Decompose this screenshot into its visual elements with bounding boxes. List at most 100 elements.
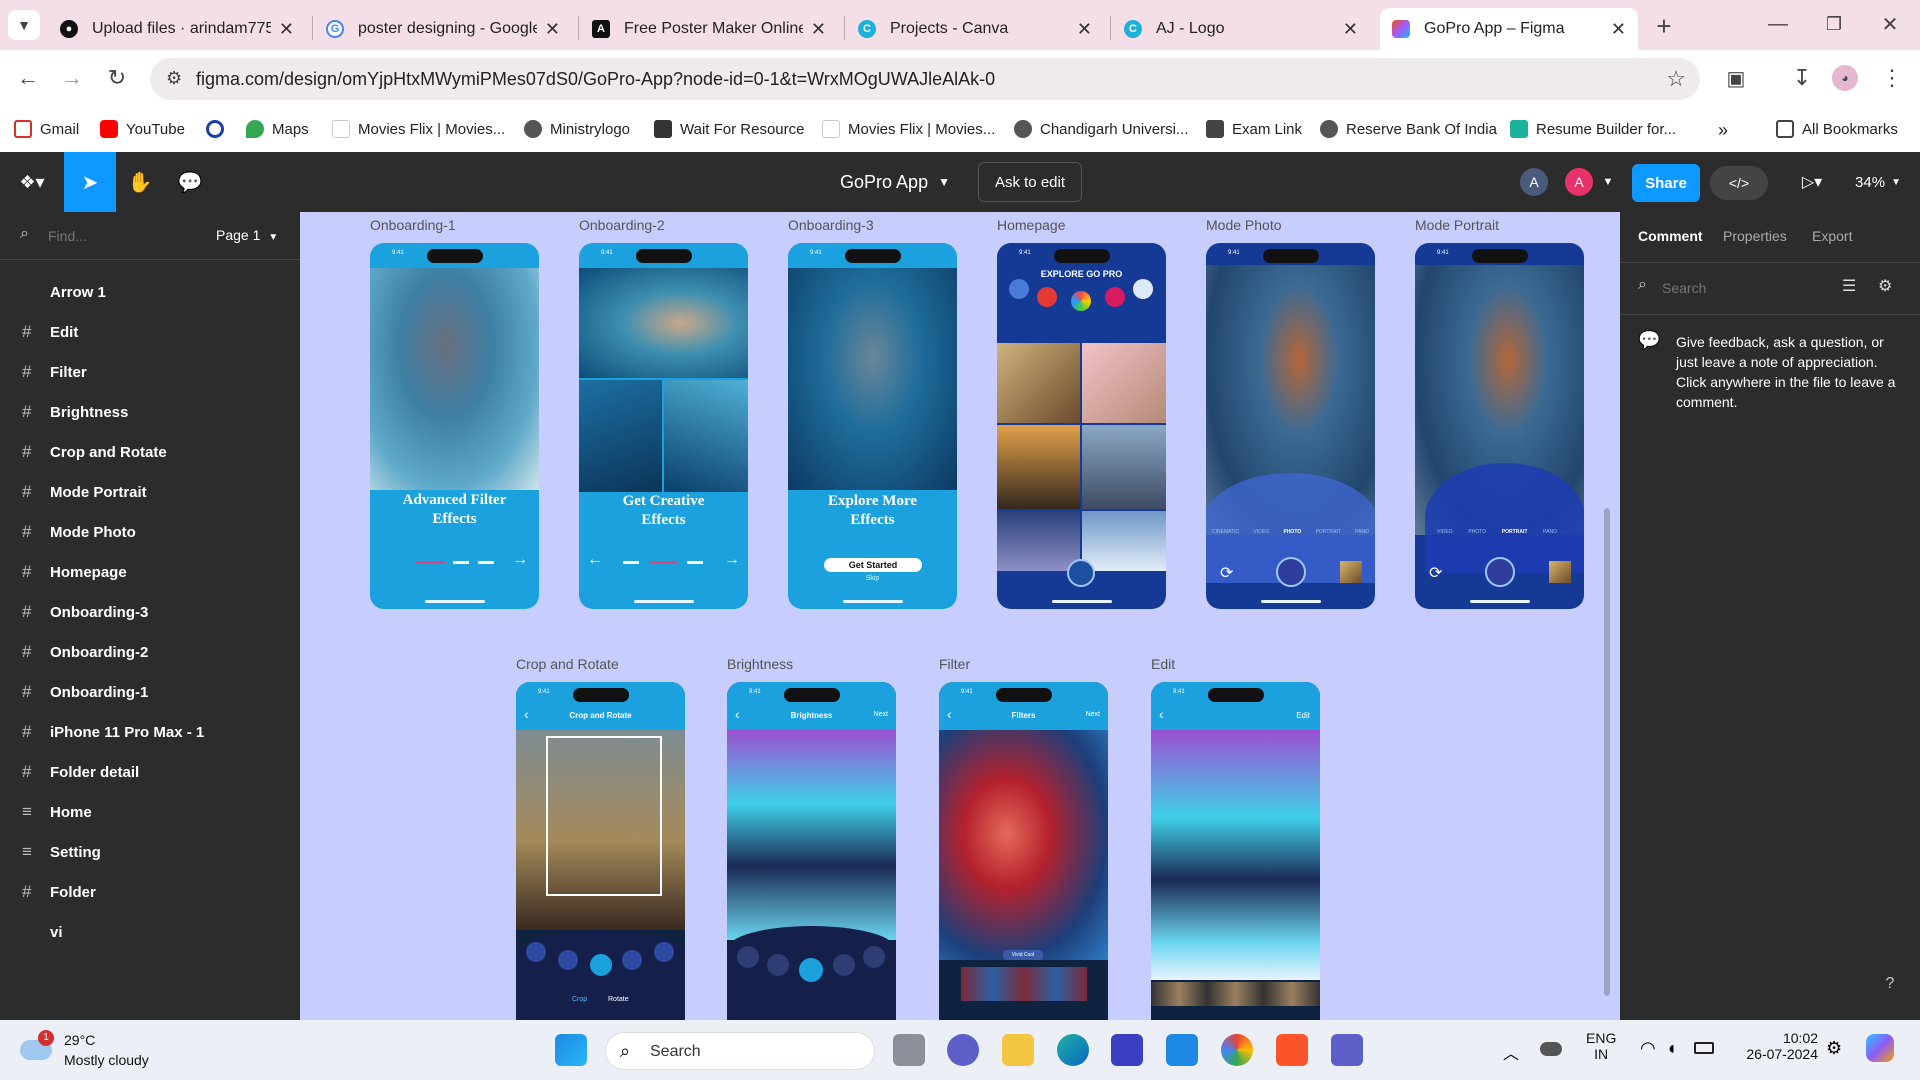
- canvas-scrollbar[interactable]: [1604, 508, 1610, 996]
- layer-item[interactable]: # Onboarding-2: [0, 632, 300, 672]
- bookmark-youtube[interactable]: YouTube: [100, 120, 185, 138]
- mode-portrait-frame[interactable]: 9:41 VIDEO PHOTO PORTRAIT PANO ⟳: [1415, 243, 1584, 609]
- mode-option[interactable]: CINEMATIC: [1212, 529, 1239, 535]
- crop-rotate-frame[interactable]: 9:41 ‹ Crop and Rotate Crop Rotate: [516, 682, 685, 1020]
- file-title[interactable]: GoPro App ▼: [830, 152, 960, 212]
- help-button[interactable]: ?: [1876, 970, 1904, 998]
- layer-item[interactable]: # Filter: [0, 352, 300, 392]
- chrome-icon[interactable]: [1221, 1034, 1253, 1066]
- edge-icon[interactable]: [1057, 1034, 1089, 1066]
- crop-box[interactable]: [546, 736, 662, 896]
- close-icon[interactable]: ✕: [545, 19, 560, 40]
- mode-option[interactable]: PORTRAIT: [1502, 529, 1528, 535]
- tab-aj-logo[interactable]: C AJ - Logo ✕: [1112, 8, 1370, 50]
- mode-option[interactable]: PANO: [1355, 529, 1369, 535]
- mode-option[interactable]: VIDEO: [1437, 529, 1453, 535]
- shutter-button[interactable]: [1276, 557, 1306, 587]
- tab-poster-designing[interactable]: G poster designing - Google ✕: [314, 8, 572, 50]
- vscode-like-icon[interactable]: [1111, 1034, 1143, 1066]
- task-view-icon[interactable]: [893, 1034, 925, 1066]
- frame-label[interactable]: Onboarding-2: [579, 217, 665, 233]
- bookmark-rbi[interactable]: Reserve Bank Of India: [1320, 120, 1497, 138]
- skip-link[interactable]: Skip: [788, 575, 957, 582]
- page-selector[interactable]: Page 1 ▼: [216, 227, 278, 243]
- frame-label[interactable]: Onboarding-1: [370, 217, 456, 233]
- more-bookmarks-icon[interactable]: »: [1718, 120, 1728, 141]
- filter-comments-icon[interactable]: ☰: [1842, 276, 1856, 296]
- copilot-icon[interactable]: [1866, 1034, 1894, 1062]
- avatar[interactable]: A: [1520, 168, 1548, 196]
- frame-label[interactable]: Homepage: [997, 217, 1066, 233]
- arrow-left-icon[interactable]: ←: [587, 551, 603, 569]
- weather-widget[interactable]: 1 29°C Mostly cloudy: [20, 1028, 170, 1072]
- frame-label[interactable]: Onboarding-3: [788, 217, 874, 233]
- onedrive-icon[interactable]: [1540, 1042, 1562, 1056]
- edit-button[interactable]: Edit: [1296, 711, 1310, 720]
- chevron-down-icon[interactable]: ▼: [1598, 152, 1618, 212]
- tab-crop[interactable]: Crop: [572, 996, 587, 1003]
- teams-icon[interactable]: [1331, 1034, 1363, 1066]
- tab-search-button[interactable]: ▼: [8, 10, 40, 40]
- tab-projects-canva[interactable]: C Projects - Canva ✕: [846, 8, 1104, 50]
- get-started-button[interactable]: Get Started: [824, 558, 922, 572]
- new-tab-button[interactable]: +: [1648, 10, 1680, 42]
- brightness-frame[interactable]: 9:41 ‹ Brightness Next: [727, 682, 896, 1020]
- filter-frame[interactable]: 9:41 ‹ Filters Next Vivid Cool: [939, 682, 1108, 1020]
- move-tool-icon[interactable]: ➤: [64, 152, 116, 212]
- bookmark-movies-flix-1[interactable]: Movies Flix | Movies...: [332, 120, 505, 138]
- next-button[interactable]: Next: [874, 711, 888, 718]
- tab-upload-files[interactable]: ● Upload files · arindam7757 ✕: [48, 8, 306, 50]
- crop-tool-icon[interactable]: [590, 954, 612, 976]
- bookmark-exam-link[interactable]: Exam Link: [1206, 120, 1302, 138]
- frame-label[interactable]: Crop and Rotate: [516, 656, 619, 672]
- tab-poster-maker[interactable]: A Free Poster Maker Online | ✕: [580, 8, 838, 50]
- layer-item[interactable]: vi: [0, 912, 300, 952]
- close-icon[interactable]: ✕: [811, 19, 826, 40]
- wifi-icon[interactable]: ◠: [1640, 1038, 1656, 1059]
- find-input[interactable]: [48, 224, 158, 248]
- bookmark-ministrylogo[interactable]: Ministrylogo: [524, 120, 630, 138]
- crop-tool-icon[interactable]: [622, 950, 642, 970]
- comment-search-input[interactable]: [1662, 276, 1822, 300]
- crop-tool-icon[interactable]: [526, 942, 546, 962]
- site-info-icon[interactable]: ⚙: [166, 68, 182, 89]
- close-icon[interactable]: ✕: [1077, 19, 1092, 40]
- settings-round-icon[interactable]: [1133, 279, 1153, 299]
- bookmark-wait-for-resource[interactable]: Wait For Resource: [654, 120, 804, 138]
- bookmark-movies-flix-2[interactable]: Movies Flix | Movies...: [822, 120, 995, 138]
- arrow-right-icon[interactable]: →: [724, 551, 740, 569]
- present-icon[interactable]: ▷▾: [1790, 152, 1834, 212]
- gallery-thumbnail[interactable]: [1340, 561, 1362, 583]
- bookmark-star-icon[interactable]: ☆: [1666, 66, 1686, 92]
- meet-icon[interactable]: [947, 1034, 979, 1066]
- flip-camera-icon[interactable]: ⟳: [1429, 563, 1442, 583]
- avatar[interactable]: A: [1565, 168, 1593, 196]
- bookmark-maps[interactable]: Maps: [246, 120, 309, 138]
- bookmark-gmail[interactable]: Gmail: [14, 120, 79, 138]
- volume-icon[interactable]: ◖: [1666, 1038, 1677, 1059]
- tab-rotate[interactable]: Rotate: [608, 996, 629, 1003]
- frame-label[interactable]: Mode Portrait: [1415, 217, 1499, 233]
- show-hidden-icons[interactable]: ︿: [1503, 1040, 1519, 1064]
- layer-item[interactable]: # Crop and Rotate: [0, 432, 300, 472]
- adjust-icon[interactable]: [833, 954, 855, 976]
- reload-icon[interactable]: ↻: [101, 62, 133, 94]
- frame-label[interactable]: Brightness: [727, 656, 793, 672]
- onboarding-2-frame[interactable]: 9:41 Get Creative Effects ← →: [579, 243, 748, 609]
- mode-option[interactable]: VIDEO: [1254, 529, 1270, 535]
- layer-item[interactable]: # iPhone 11 Pro Max - 1: [0, 712, 300, 752]
- flip-camera-icon[interactable]: ⟳: [1220, 563, 1233, 583]
- crop-tool-icon[interactable]: [558, 950, 578, 970]
- mode-option[interactable]: PANO: [1543, 529, 1557, 535]
- bookmark-resume-builder[interactable]: Resume Builder for...: [1510, 120, 1676, 138]
- layer-item[interactable]: # Folder detail: [0, 752, 300, 792]
- crop-tool-icon[interactable]: [654, 942, 674, 962]
- close-icon[interactable]: ✕: [1611, 19, 1626, 40]
- adjust-icon[interactable]: [737, 946, 759, 968]
- layer-item[interactable]: ≡ Home: [0, 792, 300, 832]
- windows-start-icon[interactable]: [555, 1034, 587, 1066]
- close-icon[interactable]: ✕: [1343, 19, 1358, 40]
- brave-icon[interactable]: [1276, 1034, 1308, 1066]
- design-canvas[interactable]: Onboarding-1 Onboarding-2 Onboarding-3 H…: [300, 212, 1620, 1020]
- gallery-icon[interactable]: [1071, 291, 1091, 311]
